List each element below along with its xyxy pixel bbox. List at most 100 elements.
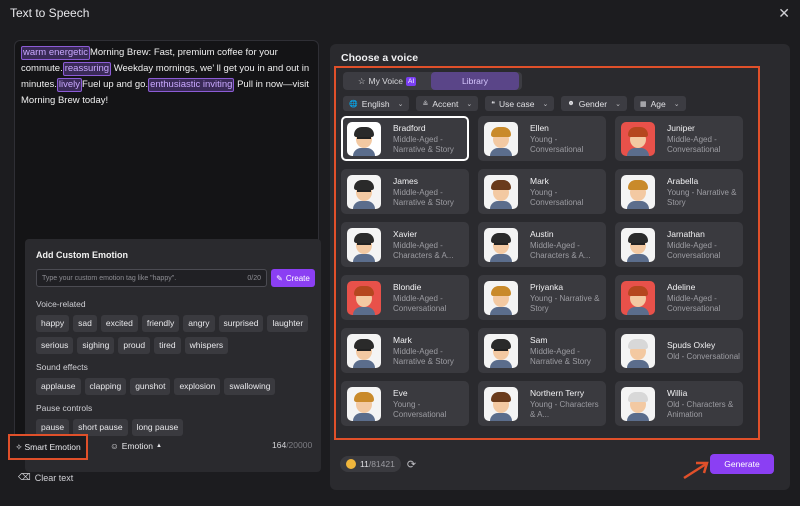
emotion-tag[interactable]: enthusiastic inviting: [148, 78, 235, 92]
voice-name: Adeline: [667, 282, 696, 292]
emotion-chip[interactable]: surprised: [218, 315, 264, 332]
sparkle-icon: ✧: [15, 441, 23, 452]
chevron-down-icon: ⌄: [615, 100, 621, 108]
voice-card[interactable]: Spuds Oxley Old - Conversational: [615, 328, 743, 373]
emotion-chip[interactable]: excited: [100, 315, 138, 332]
voice-card[interactable]: Austin Middle-Aged - Characters & A...: [478, 222, 606, 267]
create-button-label: Create: [285, 273, 310, 283]
emotion-chip[interactable]: applause: [36, 378, 81, 395]
tab-library[interactable]: Library: [431, 72, 519, 90]
emotion-chip[interactable]: tired: [154, 337, 181, 354]
voice-card[interactable]: Adeline Middle-Aged - Conversational: [615, 275, 743, 320]
voice-description: Young - Narrative & Story: [667, 188, 737, 207]
refresh-icon[interactable]: ⟳: [407, 458, 416, 471]
emotion-tag[interactable]: lively: [56, 78, 83, 92]
voice-name: Arabella: [667, 176, 699, 186]
emotion-chip[interactable]: swallowing: [224, 378, 276, 395]
voice-card[interactable]: Arabella Young - Narrative & Story: [615, 169, 743, 214]
voice-description: Middle-Aged - Narrative & Story: [393, 347, 454, 366]
ai-badge: AI: [405, 76, 417, 86]
clear-text-button[interactable]: ⌫ Clear text: [18, 472, 73, 483]
voice-card[interactable]: Ellen Young - Conversational: [478, 116, 606, 161]
voice-card[interactable]: Priyanka Young - Narrative & Story: [478, 275, 606, 320]
text-editor-panel: warm energetic Morning Brew: Fast, premiu…: [14, 40, 321, 472]
custom-emotion-input[interactable]: Type your custom emotion tag like "happy…: [36, 269, 267, 287]
credits-used: 11: [360, 459, 369, 469]
voice-tabs: ☆ My Voice AI Library: [343, 72, 522, 90]
eraser-icon: ⌫: [18, 472, 31, 482]
emotion-chip[interactable]: friendly: [141, 315, 180, 332]
emotion-tag[interactable]: reassuring: [62, 62, 112, 76]
script-text-editor[interactable]: warm energetic Morning Brew: Fast, premiu…: [21, 45, 313, 109]
generate-label: Generate: [724, 459, 760, 469]
voice-card[interactable]: Bradford Middle-Aged - Narrative & Story: [341, 116, 469, 161]
emotion-chip[interactable]: long pause: [131, 419, 184, 436]
emotion-chip[interactable]: laughter: [267, 315, 309, 332]
voice-card[interactable]: Mark Young - Conversational: [478, 169, 606, 214]
emotion-chip[interactable]: explosion: [174, 378, 221, 395]
voice-name: Mark: [530, 176, 549, 186]
voice-description: Young - Conversational: [393, 400, 447, 419]
voice-card[interactable]: James Middle-Aged - Narrative & Story: [341, 169, 469, 214]
voice-card[interactable]: Northern Terry Young - Characters & A...: [478, 381, 606, 426]
voice-description: Middle-Aged - Conversational: [667, 294, 721, 313]
emotion-chip[interactable]: serious: [36, 337, 74, 354]
filter-label: Accent: [432, 98, 459, 109]
voice-card[interactable]: Sam Middle-Aged - Narrative & Story: [478, 328, 606, 373]
close-icon[interactable]: ✕: [778, 5, 790, 22]
avatar: [484, 121, 518, 156]
filter-dropdown[interactable]: ❝ Use case ⌄: [485, 96, 555, 111]
voice-related-chips: happy sad excited friendly angry surprised lau…: [36, 315, 318, 354]
custom-emotion-counter: 0/20: [247, 274, 261, 282]
filter-icon: ❝: [491, 100, 496, 108]
voice-card[interactable]: Xavier Middle-Aged - Characters & A...: [341, 222, 469, 267]
voice-card[interactable]: Mark Middle-Aged - Narrative & Story: [341, 328, 469, 373]
avatar: [484, 386, 518, 421]
voice-card[interactable]: Eve Young - Conversational: [341, 381, 469, 426]
filter-dropdown[interactable]: ▦ Age ⌄: [633, 96, 686, 111]
voice-description: Middle-Aged - Conversational: [393, 294, 447, 313]
emotion-tag[interactable]: warm energetic: [21, 46, 90, 60]
avatar: [484, 174, 518, 209]
voice-description: Middle-Aged - Conversational: [667, 241, 721, 260]
custom-emotion-title: Add Custom Emotion: [36, 250, 128, 260]
voice-description: Middle-Aged - Conversational: [667, 135, 721, 154]
voice-card[interactable]: Blondie Middle-Aged - Conversational: [341, 275, 469, 320]
smart-emotion-button[interactable]: ✧ Smart Emotion: [8, 434, 88, 460]
voice-card[interactable]: Jarnathan Middle-Aged - Conversational: [615, 222, 743, 267]
emotion-chip[interactable]: proud: [118, 337, 151, 354]
emotion-chip[interactable]: gunshot: [130, 378, 171, 395]
tab-my-voice[interactable]: ☆ My Voice AI: [343, 72, 431, 90]
filter-icon: ▦: [639, 100, 647, 108]
emotion-chip[interactable]: happy: [36, 315, 70, 332]
emotion-chip[interactable]: sighing: [77, 337, 115, 354]
filter-label: Use case: [499, 98, 535, 109]
filter-dropdown[interactable]: ≗ Accent ⌄: [416, 96, 479, 111]
voice-name: Austin: [530, 229, 554, 239]
create-button[interactable]: ✎ Create: [271, 269, 315, 287]
emotion-chip[interactable]: whispers: [184, 337, 229, 354]
avatar: [621, 174, 655, 209]
emotion-chip[interactable]: clapping: [84, 378, 127, 395]
smart-emotion-label: Smart Emotion: [24, 442, 81, 452]
voice-card[interactable]: Willia Old - Characters & Animation: [615, 381, 743, 426]
filter-dropdown[interactable]: ☻ Gender ⌄: [561, 96, 627, 111]
emotion-chip[interactable]: sad: [73, 315, 97, 332]
voice-name: Blondie: [393, 282, 422, 292]
voice-card[interactable]: Juniper Middle-Aged - Conversational: [615, 116, 743, 161]
avatar: [347, 227, 381, 262]
voice-name: Jarnathan: [667, 229, 705, 239]
avatar: [347, 121, 381, 156]
avatar: [347, 280, 381, 315]
voice-description: Old - Conversational: [667, 352, 740, 361]
voice-description: Middle-Aged - Narrative & Story: [530, 347, 591, 366]
filter-dropdown[interactable]: 🌐 English ⌄: [343, 96, 410, 111]
emotion-dropdown[interactable]: ☺ Emotion ▲: [102, 438, 170, 454]
tab-library-label: Library: [462, 76, 488, 86]
voice-name: Spuds Oxley: [667, 340, 716, 350]
generate-button[interactable]: Generate: [710, 454, 774, 474]
avatar: [347, 333, 381, 368]
filter-icon: ≗: [422, 100, 429, 108]
voice-name: James: [393, 176, 419, 186]
emotion-chip[interactable]: angry: [183, 315, 215, 332]
